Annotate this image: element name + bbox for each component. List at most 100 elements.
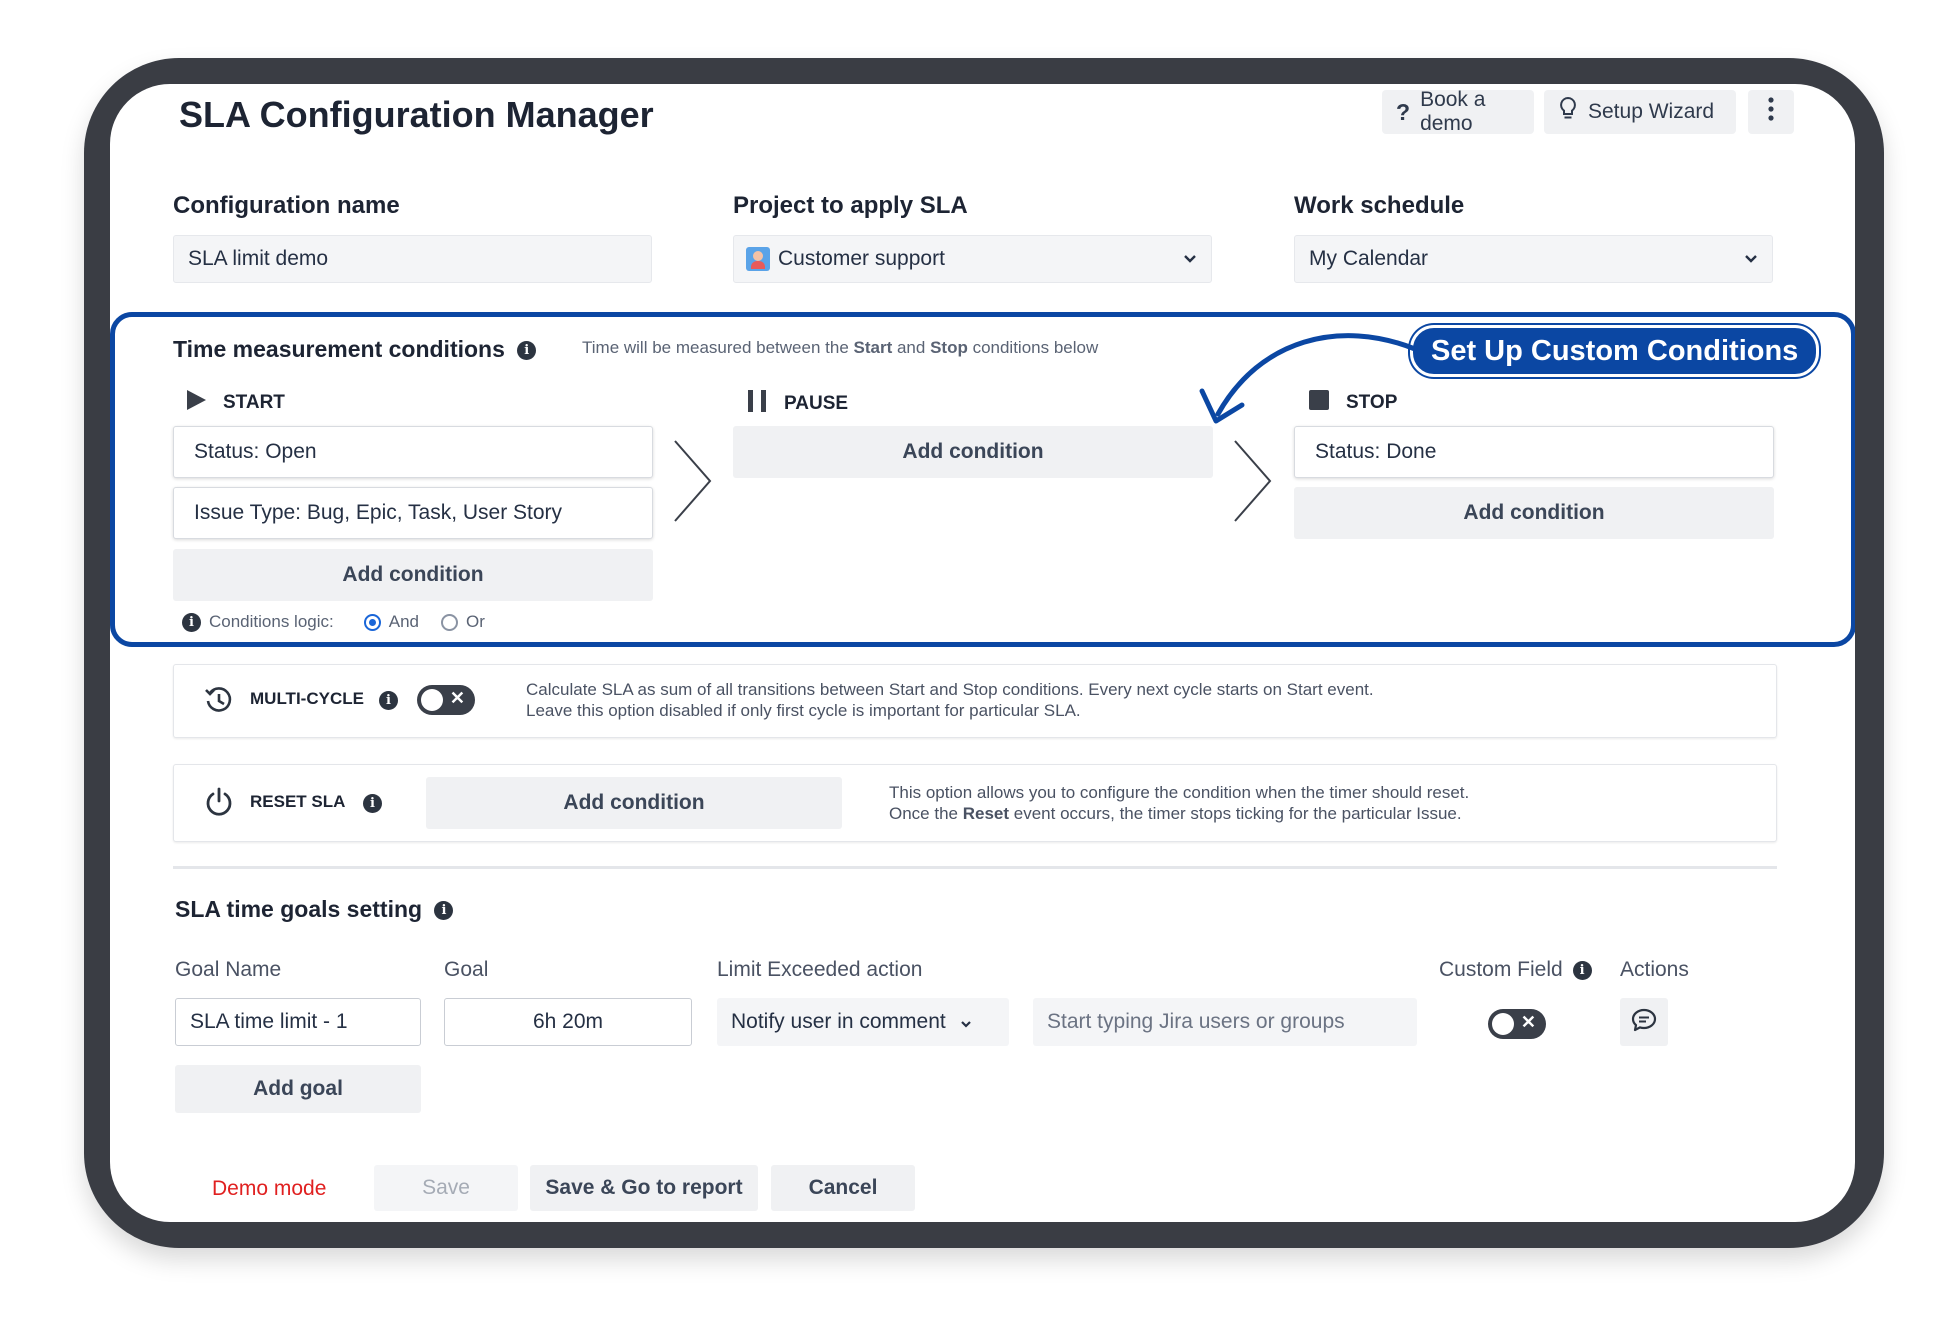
schedule-value: My Calendar	[1309, 247, 1429, 270]
save-report-label: Save & Go to report	[545, 1176, 743, 1199]
start-condition-2[interactable]: Issue Type: Bug, Epic, Task, User Story	[173, 487, 653, 539]
col-goal: Goal	[444, 958, 489, 981]
stop-phase-header: STOP	[1308, 389, 1397, 417]
config-name-input[interactable]: SLA limit demo	[173, 235, 652, 283]
time-conditions-hint: Time will be measured between the Start …	[582, 338, 1098, 358]
project-avatar-icon	[746, 247, 770, 271]
book-demo-label: Book a demo	[1420, 88, 1486, 135]
hint-stop: Stop	[930, 338, 968, 357]
save-button[interactable]: Save	[374, 1165, 518, 1211]
start-condition-1[interactable]: Status: Open	[173, 426, 653, 478]
stop-label: STOP	[1346, 392, 1398, 413]
condition-text: Status: Open	[194, 440, 317, 463]
pause-icon	[746, 389, 768, 419]
reset-add-condition-button[interactable]: Add condition	[426, 777, 842, 829]
lightbulb-icon	[1558, 96, 1578, 128]
add-condition-label: Add condition	[902, 440, 1044, 463]
reset-sla-label: RESET SLA	[250, 792, 346, 811]
demo-mode-label: Demo mode	[212, 1177, 327, 1200]
limit-action-select[interactable]: Notify user in comment	[717, 998, 1009, 1046]
play-icon	[185, 389, 207, 417]
col-custom-field-text: Custom Field	[1439, 958, 1563, 981]
info-icon[interactable]: i	[182, 612, 201, 632]
cancel-button[interactable]: Cancel	[771, 1165, 915, 1211]
callout-badge: Set Up Custom Conditions	[1410, 325, 1820, 377]
chevron-right-icon	[1234, 440, 1272, 522]
schedule-select[interactable]: My Calendar	[1294, 235, 1773, 283]
multi-cycle-desc-line1: Calculate SLA as sum of all transitions …	[526, 680, 1374, 699]
logic-label: Conditions logic:	[209, 612, 334, 631]
close-icon: ✕	[449, 688, 465, 708]
logic-and-label: And	[388, 612, 419, 631]
info-icon[interactable]: i	[363, 794, 382, 813]
reset-desc-prefix: Once the	[889, 804, 963, 823]
toggle-knob	[421, 689, 443, 711]
logic-or-radio[interactable]	[441, 613, 458, 631]
project-select[interactable]: Customer support	[733, 235, 1212, 283]
app-screen: SLA Configuration Manager ? Book a demo …	[110, 84, 1855, 1222]
info-icon[interactable]: i	[379, 691, 398, 710]
history-icon	[204, 685, 234, 720]
multi-cycle-panel: MULTI-CYCLE i ✕ Calculate SLA as sum of …	[173, 664, 1777, 738]
save-go-report-button[interactable]: Save & Go to report	[530, 1165, 758, 1211]
schedule-label: Work schedule	[1294, 192, 1465, 219]
condition-text: Status: Done	[1315, 440, 1437, 463]
time-conditions-heading: Time measurement conditions i	[173, 336, 537, 363]
comment-action-button[interactable]	[1620, 998, 1668, 1046]
pause-label: PAUSE	[784, 393, 849, 414]
users-placeholder: Start typing Jira users or groups	[1047, 1010, 1345, 1033]
chevron-down-icon	[1744, 250, 1758, 268]
start-add-condition-button[interactable]: Add condition	[173, 549, 653, 601]
multi-cycle-label: MULTI-CYCLE	[250, 689, 364, 708]
condition-text: Issue Type: Bug, Epic, Task, User Story	[194, 501, 563, 524]
stop-add-condition-button[interactable]: Add condition	[1294, 487, 1774, 539]
reset-desc-bold: Reset	[962, 804, 1010, 823]
hint-suffix: conditions below	[967, 338, 1099, 357]
add-goal-button[interactable]: Add goal	[175, 1065, 421, 1113]
add-condition-label: Add condition	[1463, 501, 1605, 524]
goal-name-input[interactable]: SLA time limit - 1	[175, 998, 421, 1046]
col-custom-field: Custom Field i	[1439, 958, 1592, 982]
hint-start: Start	[853, 338, 893, 357]
multi-cycle-toggle[interactable]: ✕	[417, 685, 475, 715]
stop-condition-1[interactable]: Status: Done	[1294, 426, 1774, 478]
hint-and: and	[892, 338, 931, 357]
book-demo-button[interactable]: ? Book a demo	[1382, 88, 1534, 135]
start-label: START	[223, 392, 285, 413]
reset-desc-suffix: event occurs, the timer stops ticking fo…	[1009, 804, 1462, 823]
setup-wizard-label: Setup Wizard	[1588, 100, 1715, 123]
time-conditions-heading-text: Time measurement conditions	[173, 336, 505, 362]
goal-input[interactable]: 6h 20m	[444, 998, 692, 1046]
power-icon	[204, 787, 234, 822]
reset-desc-line1: This option allows you to configure the …	[889, 783, 1470, 802]
start-phase-header: START	[185, 389, 285, 417]
reset-desc-line2: Once the Reset event occurs, the timer s…	[889, 803, 1469, 824]
limit-action-value: Notify user in comment	[731, 1010, 946, 1033]
multi-cycle-desc-line2: Leave this option disabled if only first…	[526, 701, 1081, 720]
setup-wizard-button[interactable]: Setup Wizard	[1544, 90, 1736, 134]
logic-and-radio[interactable]	[363, 613, 381, 631]
info-icon[interactable]: i	[1572, 960, 1592, 980]
config-name-value: SLA limit demo	[188, 247, 329, 270]
chevron-down-icon	[960, 1010, 972, 1034]
more-menu-button[interactable]	[1748, 90, 1794, 134]
callout-text: Set Up Custom Conditions	[1431, 334, 1799, 367]
page-title: SLA Configuration Manager	[179, 94, 654, 135]
pause-add-condition-button[interactable]: Add condition	[733, 426, 1213, 478]
goals-heading: SLA time goals setting i	[175, 896, 454, 923]
info-icon[interactable]: i	[517, 341, 537, 361]
chevron-down-icon	[1183, 250, 1197, 268]
pause-phase-header: PAUSE	[746, 389, 848, 419]
custom-field-toggle[interactable]: ✕	[1488, 1009, 1546, 1039]
goal-name-value: SLA time limit - 1	[190, 1010, 348, 1033]
close-icon: ✕	[1520, 1012, 1536, 1032]
reset-sla-description: This option allows you to configure the …	[889, 782, 1469, 824]
users-groups-input[interactable]: Start typing Jira users or groups	[1033, 998, 1417, 1046]
info-icon[interactable]: i	[434, 901, 454, 921]
toggle-knob	[1492, 1013, 1514, 1035]
callout-arrow-icon	[1199, 333, 1418, 424]
col-actions: Actions	[1620, 958, 1689, 981]
col-limit-action: Limit Exceeded action	[717, 958, 923, 981]
add-goal-label: Add goal	[253, 1077, 343, 1100]
project-value: Customer support	[778, 247, 945, 270]
